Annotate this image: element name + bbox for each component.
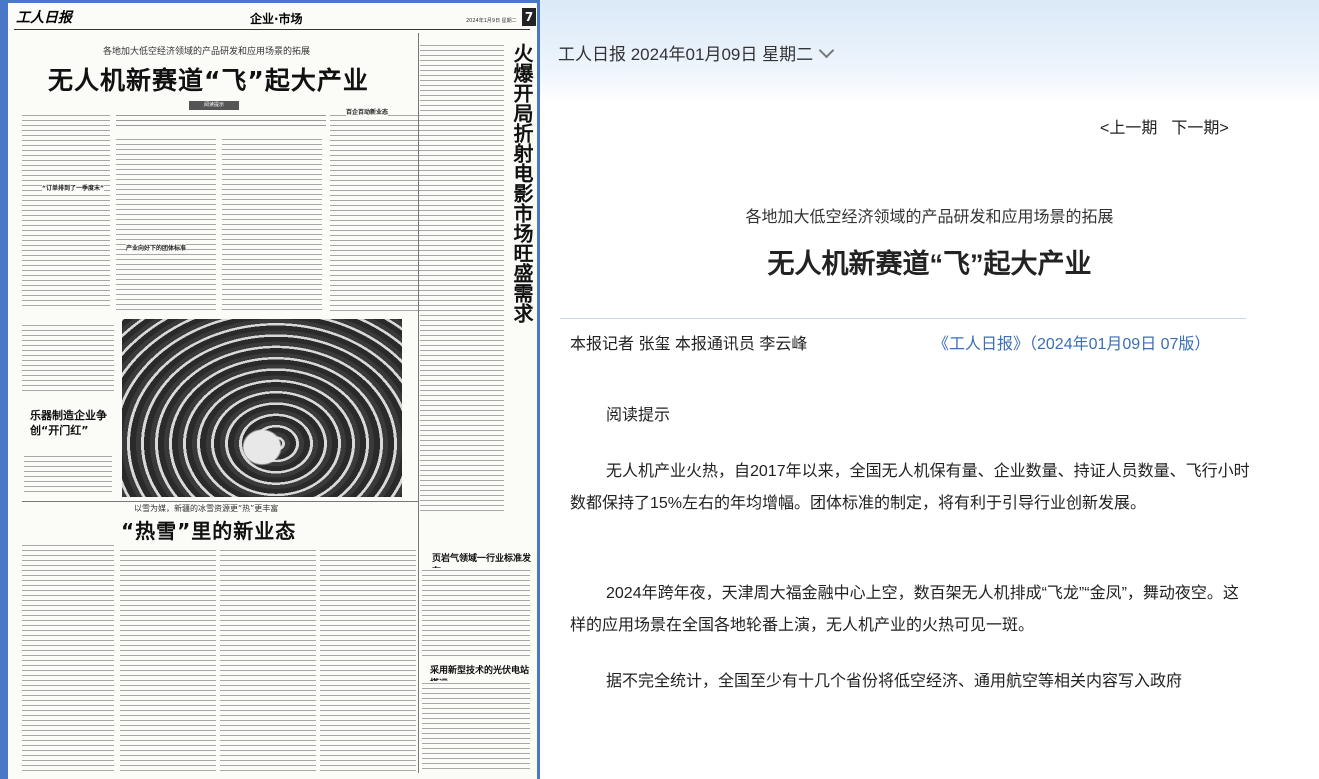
newspaper-section: 企业·市场: [250, 12, 303, 26]
paper-music-title: 乐器制造企业争创“开门红”: [30, 409, 107, 437]
newspaper-page-panel: 工人日报 企业·市场 2024年1月9日 星期二 7 各地加大低空经济领域的产品…: [0, 0, 540, 779]
paper-article-subtitle[interactable]: 各地加大低空经济领域的产品研发和应用场景的拓展: [103, 44, 310, 57]
article-paragraph: 据不完全统计，全国至少有十几个省份将低空经济、通用航空等相关内容写入政府: [606, 673, 1183, 690]
section-divider: [22, 501, 418, 502]
paper-text-column: [22, 113, 110, 308]
newspaper-date: 2024年1月9日 星期二: [466, 18, 517, 24]
paper-text-column: [120, 548, 216, 773]
paper-text-column: [22, 543, 114, 773]
paper-section-head: 百企百动新业态: [346, 107, 389, 116]
paper-text-column: [420, 43, 504, 513]
newspaper-masthead: 工人日报 企业·市场 2024年1月9日 星期二 7: [14, 7, 536, 30]
newspaper-logo: 工人日报: [16, 10, 72, 26]
paper-section-head: 产业向好下的团体标准: [126, 243, 187, 252]
article-title: 无人机新赛道“飞”起大产业: [767, 249, 1092, 279]
paper-music-article[interactable]: 乐器制造企业争创“开门红”: [20, 396, 116, 506]
paper-photo[interactable]: [122, 319, 402, 497]
prev-issue-link[interactable]: <上一期: [1100, 120, 1157, 137]
article-body: 阅读提示 无人机产业火热，自2017年以来，全国无人机保有量、企业数量、持证人员…: [570, 400, 1250, 722]
paper-section-head: “订单排到了一季度末”: [42, 183, 104, 192]
paper-text-column: [220, 548, 316, 773]
newspaper-page-number: 7: [522, 8, 536, 26]
article-byline: 本报记者 张玺 本报通讯员 李云峰: [570, 336, 808, 353]
paper-text-column: [422, 681, 530, 773]
paper-text-column: [330, 113, 420, 313]
paper-text-column: [222, 137, 322, 312]
paper-text-column: [422, 568, 530, 656]
next-issue-link[interactable]: 下一期>: [1171, 120, 1228, 137]
article-reader: 工人日报 2024年01月09日 星期二 <上一期 下一期> 各地加大低空经济领域…: [540, 0, 1319, 779]
article-paragraph: 2024年跨年夜，天津周大福金融中心上空，数百架无人机排成“飞龙”“金凤”，舞动…: [570, 585, 1239, 634]
paper-vertical-headline[interactable]: 火爆开局折射电影市场旺盛需求: [504, 43, 534, 323]
paper-hint-box: 阅读提示: [116, 101, 326, 131]
paper-article-title[interactable]: 无人机新赛道“飞”起大产业: [48, 61, 369, 97]
article-paragraph: 阅读提示: [606, 407, 671, 424]
paper-text-column: [22, 323, 114, 393]
issue-date-dropdown[interactable]: 工人日报 2024年01月09日 星期二: [558, 40, 835, 65]
paper-hint-label: 阅读提示: [189, 101, 239, 110]
paper-snow-subtitle[interactable]: 以雪为媒，新疆的冰雪资源更“热”更丰富: [134, 503, 278, 514]
title-divider: [560, 318, 1246, 319]
issue-navigation: <上一期 下一期>: [1100, 114, 1229, 138]
paper-hint-text: [116, 113, 326, 129]
paper-text-column: [320, 548, 416, 773]
paper-text-column: [24, 454, 112, 494]
newspaper-page-image[interactable]: 工人日报 企业·市场 2024年1月9日 星期二 7 各地加大低空经济领域的产品…: [8, 3, 537, 779]
article-subtitle: 各地加大低空经济领域的产品研发和应用场景的拓展: [745, 209, 1114, 226]
paper-text-column: [116, 137, 216, 312]
reader-top-bar: 工人日报 2024年01月09日 星期二: [540, 0, 1319, 102]
paper-snow-title[interactable]: “热雪”里的新业态: [121, 515, 296, 544]
chevron-down-icon[interactable]: [818, 42, 835, 59]
issue-date-label: 工人日报 2024年01月09日 星期二: [558, 45, 814, 64]
column-divider: [418, 33, 419, 773]
article-source: 《工人日报》（2024年01月09日 07版）: [933, 336, 1211, 353]
article-paragraph: 无人机产业火热，自2017年以来，全国无人机保有量、企业数量、持证人员数量、飞行…: [570, 463, 1250, 512]
